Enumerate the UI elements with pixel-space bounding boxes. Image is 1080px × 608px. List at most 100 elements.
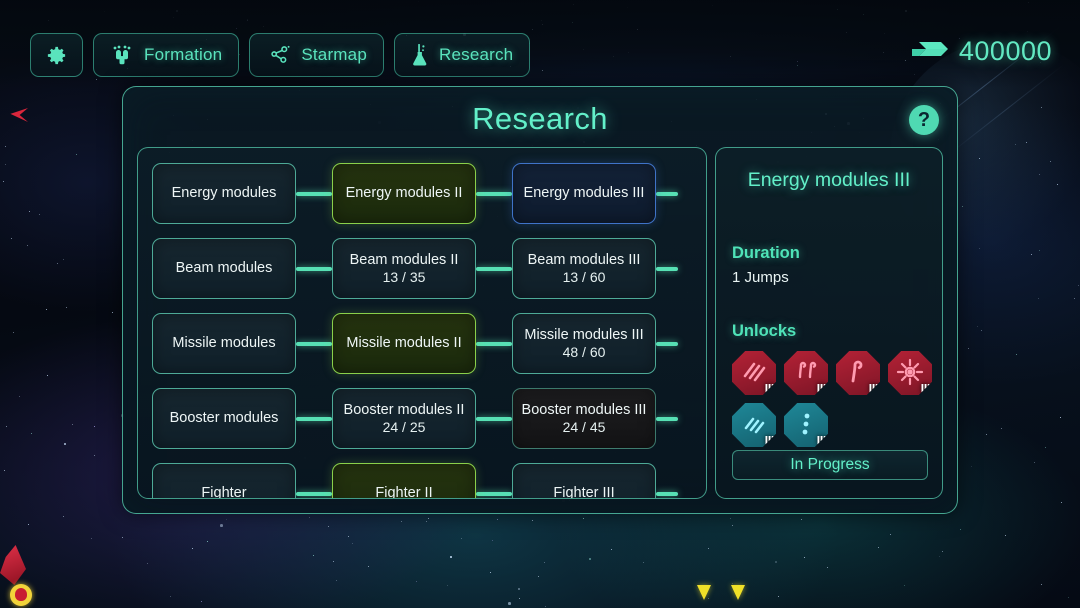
tech-link — [476, 342, 512, 346]
tech-link — [476, 492, 512, 496]
tech-tree-list: Energy modules Energy modules II Energy mo… — [138, 148, 706, 499]
tech-node-title: Energy modules III — [524, 184, 645, 202]
unlock-tier-label: III — [817, 433, 826, 448]
tech-tree-row: Missile modules Missile modules II Missile… — [138, 306, 706, 381]
tech-node-title: Fighter — [201, 484, 246, 499]
unlock-badge[interactable]: III — [784, 351, 828, 395]
tech-tree-scroll-area[interactable]: Energy modules Energy modules II Energy mo… — [137, 147, 707, 499]
tech-node-title: Beam modules — [176, 259, 273, 277]
gear-icon — [45, 44, 68, 67]
starmap-label: Starmap — [301, 45, 367, 65]
tech-node-title: Fighter III — [553, 484, 614, 499]
tech-tree-row: Energy modules Energy modules II Energy mo… — [138, 156, 706, 231]
tech-node[interactable]: Booster modules II24 / 25 — [332, 388, 476, 449]
tech-tree-row: Beam modulesBeam modules II13 / 35Beam m… — [138, 231, 706, 306]
unlocks-block: Unlocks IIIIIIIIIIIIIIIIII — [732, 322, 926, 447]
tech-node-title: Missile modules III — [524, 326, 643, 344]
tech-node-title: Beam modules III — [528, 251, 641, 269]
tech-node[interactable]: Missile modules — [152, 313, 296, 374]
formation-button[interactable]: Formation — [93, 33, 239, 77]
ingot-icon — [910, 36, 948, 67]
research-detail-panel: Energy modules III Duration 1 Jumps Unlo… — [715, 147, 943, 499]
tech-node[interactable]: Beam modules — [152, 238, 296, 299]
tech-node-progress: 24 / 45 — [563, 419, 606, 437]
tech-node-title: Booster modules — [170, 409, 279, 427]
flask-icon — [411, 43, 429, 67]
duration-label: Duration — [732, 244, 926, 263]
tech-link — [296, 342, 332, 346]
waypoint-chevron-icon — [731, 585, 745, 600]
top-bar: Formation Starmap — [0, 0, 1080, 88]
unlock-badge[interactable]: III — [732, 403, 776, 447]
nav-buttons: Formation Starmap — [30, 33, 530, 77]
unlock-badge[interactable]: III — [836, 351, 880, 395]
tech-node[interactable]: Energy modules III — [512, 163, 656, 224]
tech-node[interactable]: Booster modules — [152, 388, 296, 449]
tech-node[interactable]: Booster modules III24 / 45 — [512, 388, 656, 449]
tech-node-title: Energy modules II — [346, 184, 463, 202]
unlocks-label: Unlocks — [732, 322, 926, 341]
duration-block: Duration 1 Jumps — [732, 244, 926, 286]
tech-node[interactable]: Fighter III — [512, 463, 656, 499]
research-action-label: In Progress — [790, 456, 869, 474]
unlock-tier-label: III — [921, 381, 930, 396]
tech-node[interactable]: Fighter II — [332, 463, 476, 499]
tech-node[interactable]: Missile modules III48 / 60 — [512, 313, 656, 374]
duration-value: 1 Jumps — [732, 269, 926, 286]
ship-badge-icon — [10, 584, 32, 606]
unlock-tier-label: III — [817, 381, 826, 396]
credits-value: 400000 — [959, 36, 1052, 67]
tech-link — [476, 417, 512, 421]
research-action-button[interactable]: In Progress — [732, 450, 928, 480]
tech-node-progress: 24 / 25 — [383, 419, 426, 437]
research-panel: Research ? Energy modules Energy modules … — [122, 86, 958, 514]
tech-node[interactable]: Energy modules — [152, 163, 296, 224]
tech-link-stub — [656, 267, 678, 271]
tech-node[interactable]: Missile modules II — [332, 313, 476, 374]
tech-node-progress: 13 / 35 — [383, 269, 426, 287]
tech-tree-row: Booster modules Booster modules II24 / 25… — [138, 381, 706, 456]
tech-node-title: Beam modules II — [350, 251, 459, 269]
unlock-badge[interactable]: III — [888, 351, 932, 395]
tech-node[interactable]: Energy modules II — [332, 163, 476, 224]
tech-link — [476, 267, 512, 271]
formation-icon — [110, 44, 134, 66]
tech-node-title: Fighter II — [375, 484, 432, 499]
formation-label: Formation — [144, 45, 222, 65]
starmap-button[interactable]: Starmap — [249, 33, 384, 77]
page-title: Research — [123, 101, 957, 137]
settings-button[interactable] — [30, 33, 83, 77]
tech-node-progress: 48 / 60 — [563, 344, 606, 362]
tech-link — [476, 192, 512, 196]
tech-link-stub — [656, 417, 678, 421]
tech-link — [296, 417, 332, 421]
tech-node-progress: 13 / 60 — [563, 269, 606, 287]
credits-display: 400000 — [910, 36, 1052, 67]
tech-link — [296, 492, 332, 496]
unlock-tier-label: III — [765, 433, 774, 448]
tech-node-title: Missile modules — [172, 334, 275, 352]
tech-node-title: Energy modules — [172, 184, 277, 202]
tech-node[interactable]: Beam modules II13 / 35 — [332, 238, 476, 299]
starmap-icon — [266, 44, 291, 66]
tech-link — [296, 192, 332, 196]
tech-link-stub — [656, 192, 678, 196]
tech-node-title: Booster modules III — [522, 401, 647, 419]
detail-title: Energy modules III — [732, 169, 926, 192]
tech-link — [296, 267, 332, 271]
tech-tree-row: Fighter Fighter II Fighter III — [138, 456, 706, 499]
tech-node[interactable]: Beam modules III13 / 60 — [512, 238, 656, 299]
unlock-badge[interactable]: III — [732, 351, 776, 395]
tech-node-title: Missile modules II — [346, 334, 461, 352]
waypoint-chevron-icon — [697, 585, 711, 600]
tech-link-stub — [656, 342, 678, 346]
question-mark-icon: ? — [918, 109, 930, 132]
unlock-badge[interactable]: III — [784, 403, 828, 447]
unlock-badges: III III III III III III — [732, 351, 932, 447]
tech-node[interactable]: Fighter — [152, 463, 296, 499]
unlock-tier-label: III — [765, 381, 774, 396]
tech-link-stub — [656, 492, 678, 496]
help-button[interactable]: ? — [909, 105, 939, 135]
research-button[interactable]: Research — [394, 33, 530, 77]
unlock-tier-label: III — [869, 381, 878, 396]
